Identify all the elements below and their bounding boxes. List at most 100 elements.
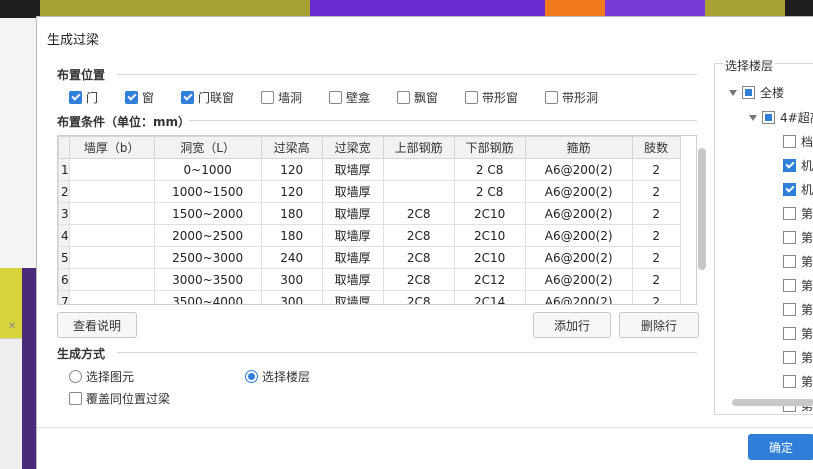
cell-opening-width[interactable]: 1500~2000 <box>153 202 262 225</box>
cell-top-rebar[interactable] <box>382 158 455 181</box>
cell-opening-width[interactable]: 2500~3000 <box>153 246 262 269</box>
cell-top-rebar[interactable]: 2C8 <box>382 202 455 225</box>
tree-node-floor[interactable]: 档 <box>783 133 813 150</box>
cell-beam-width[interactable]: 取墙厚 <box>321 224 384 247</box>
cell-bottom-rebar[interactable]: 2C10 <box>453 246 526 269</box>
cell-beam-height[interactable]: 180 <box>260 224 323 247</box>
cell-opening-width[interactable]: 3500~4000 <box>153 290 262 304</box>
table-row[interactable]: 6 3000~3500 300 取墙厚 2C8 2C12 A6@200(2) 2 <box>58 268 681 291</box>
checkbox-strip-hole-box[interactable] <box>545 91 558 104</box>
tree-node-building[interactable]: 4#超高 <box>749 109 813 126</box>
checkbox-override-lintel[interactable]: 覆盖同位置过梁 <box>69 390 170 407</box>
radio-select-elements[interactable]: 选择图元 <box>69 368 134 385</box>
checkbox-door-window[interactable]: 门联窗 <box>181 89 234 106</box>
cell-bottom-rebar[interactable]: 2C14 <box>453 290 526 304</box>
checkbox-door-window-box[interactable] <box>181 91 194 104</box>
cell-beam-width[interactable]: 取墙厚 <box>321 268 384 291</box>
cell-beam-width[interactable]: 取墙厚 <box>321 290 384 304</box>
floor-horizontal-scrollbar[interactable] <box>732 399 813 406</box>
tree-checkbox-all[interactable] <box>742 86 755 99</box>
checkbox-window[interactable]: 窗 <box>125 89 154 106</box>
cell-top-rebar[interactable]: 2C8 <box>382 290 455 304</box>
tree-node-floor[interactable]: 第 <box>783 277 813 294</box>
cell-beam-height[interactable]: 300 <box>260 290 323 304</box>
cell-wall-thickness[interactable] <box>68 224 155 247</box>
table-row[interactable]: 2 1000~1500 120 取墙厚 2 C8 A6@200(2) 2 <box>58 180 681 203</box>
tree-node-floor[interactable]: 第 <box>783 253 813 270</box>
tree-node-floor[interactable]: 第 <box>783 373 813 390</box>
cell-bottom-rebar[interactable]: 2C10 <box>453 224 526 247</box>
table-row[interactable]: 1 0~1000 120 取墙厚 2 C8 A6@200(2) 2 <box>58 158 681 181</box>
cell-legs[interactable]: 2 <box>631 224 681 247</box>
checkbox-override-lintel-box[interactable] <box>69 392 82 405</box>
cell-top-rebar[interactable]: 2C8 <box>382 246 455 269</box>
tree-node-floor[interactable]: 第 <box>783 229 813 246</box>
radio-select-floors[interactable]: 选择楼层 <box>245 368 310 385</box>
tree-node-floor[interactable]: 第 <box>783 301 813 318</box>
expand-arrow-icon[interactable] <box>729 89 737 96</box>
cell-opening-width[interactable]: 2000~2500 <box>153 224 262 247</box>
table-vertical-scrollbar[interactable] <box>698 148 706 270</box>
cell-legs[interactable]: 2 <box>631 246 681 269</box>
table-row[interactable]: 4 2000~2500 180 取墙厚 2C8 2C10 A6@200(2) 2 <box>58 224 681 247</box>
cell-legs[interactable]: 2 <box>631 202 681 225</box>
checkbox-window-box[interactable] <box>125 91 138 104</box>
cell-beam-height[interactable]: 180 <box>260 202 323 225</box>
cell-wall-thickness[interactable] <box>68 268 155 291</box>
checkbox-niche[interactable]: 壁龛 <box>329 89 370 106</box>
expand-arrow-icon[interactable] <box>749 114 757 121</box>
table-row[interactable]: 3 1500~2000 180 取墙厚 2C8 2C10 A6@200(2) 2 <box>58 202 681 225</box>
cell-beam-height[interactable]: 120 <box>260 158 323 181</box>
cell-beam-height[interactable]: 120 <box>260 180 323 203</box>
add-row-button[interactable]: 添加行 <box>533 312 611 338</box>
radio-select-elements-dot[interactable] <box>69 370 82 383</box>
cell-beam-width[interactable]: 取墙厚 <box>321 180 384 203</box>
confirm-button[interactable]: 确定 <box>748 434 813 460</box>
cell-beam-width[interactable]: 取墙厚 <box>321 246 384 269</box>
cell-opening-width[interactable]: 0~1000 <box>153 158 262 181</box>
view-description-button[interactable]: 查看说明 <box>57 312 137 338</box>
cell-legs[interactable]: 2 <box>631 290 681 304</box>
radio-select-floors-dot[interactable] <box>245 370 258 383</box>
checkbox-bay-window[interactable]: 飘窗 <box>397 89 438 106</box>
cell-beam-width[interactable]: 取墙厚 <box>321 202 384 225</box>
checkbox-bay-window-box[interactable] <box>397 91 410 104</box>
cell-bottom-rebar[interactable]: 2C12 <box>453 268 526 291</box>
cell-wall-thickness[interactable] <box>68 246 155 269</box>
cell-beam-height[interactable]: 240 <box>260 246 323 269</box>
cell-stirrup[interactable]: A6@200(2) <box>524 158 633 181</box>
cell-stirrup[interactable]: A6@200(2) <box>524 202 633 225</box>
tree-node-floor[interactable]: 第 <box>783 205 813 222</box>
delete-row-button[interactable]: 删除行 <box>619 312 699 338</box>
cell-stirrup[interactable]: A6@200(2) <box>524 224 633 247</box>
cell-top-rebar[interactable]: 2C8 <box>382 224 455 247</box>
checkbox-door-box[interactable] <box>69 91 82 104</box>
cell-top-rebar[interactable] <box>382 180 455 203</box>
checkbox-strip-hole[interactable]: 带形洞 <box>545 89 598 106</box>
cell-wall-thickness[interactable] <box>68 290 155 304</box>
cell-legs[interactable]: 2 <box>631 268 681 291</box>
cell-legs[interactable]: 2 <box>631 180 681 203</box>
checkbox-strip-window-box[interactable] <box>465 91 478 104</box>
cell-stirrup[interactable]: A6@200(2) <box>524 290 633 304</box>
cell-stirrup[interactable]: A6@200(2) <box>524 246 633 269</box>
checkbox-wall-hole-box[interactable] <box>261 91 274 104</box>
tree-node-floor[interactable]: 第 <box>783 349 813 366</box>
cell-opening-width[interactable]: 3000~3500 <box>153 268 262 291</box>
tree-node-all-floors[interactable]: 全楼 <box>729 84 784 101</box>
cell-beam-width[interactable]: 取墙厚 <box>321 158 384 181</box>
cell-bottom-rebar[interactable]: 2 C8 <box>453 158 526 181</box>
cell-stirrup[interactable]: A6@200(2) <box>524 268 633 291</box>
table-row[interactable]: 5 2500~3000 240 取墙厚 2C8 2C10 A6@200(2) 2 <box>58 246 681 269</box>
tree-node-floor[interactable]: 第 <box>783 325 813 342</box>
cell-opening-width[interactable]: 1000~1500 <box>153 180 262 203</box>
table-row[interactable]: 7 3500~4000 300 取墙厚 2C8 2C14 A6@200(2) 2 <box>58 290 681 304</box>
tree-node-floor[interactable]: 机 <box>783 181 813 198</box>
checkbox-niche-box[interactable] <box>329 91 342 104</box>
checkbox-strip-window[interactable]: 带形窗 <box>465 89 518 106</box>
tree-node-floor[interactable]: 机 <box>783 157 813 174</box>
tree-checkbox-building[interactable] <box>762 111 775 124</box>
cell-wall-thickness[interactable] <box>68 202 155 225</box>
cell-bottom-rebar[interactable]: 2 C8 <box>453 180 526 203</box>
checkbox-wall-hole[interactable]: 墙洞 <box>261 89 302 106</box>
